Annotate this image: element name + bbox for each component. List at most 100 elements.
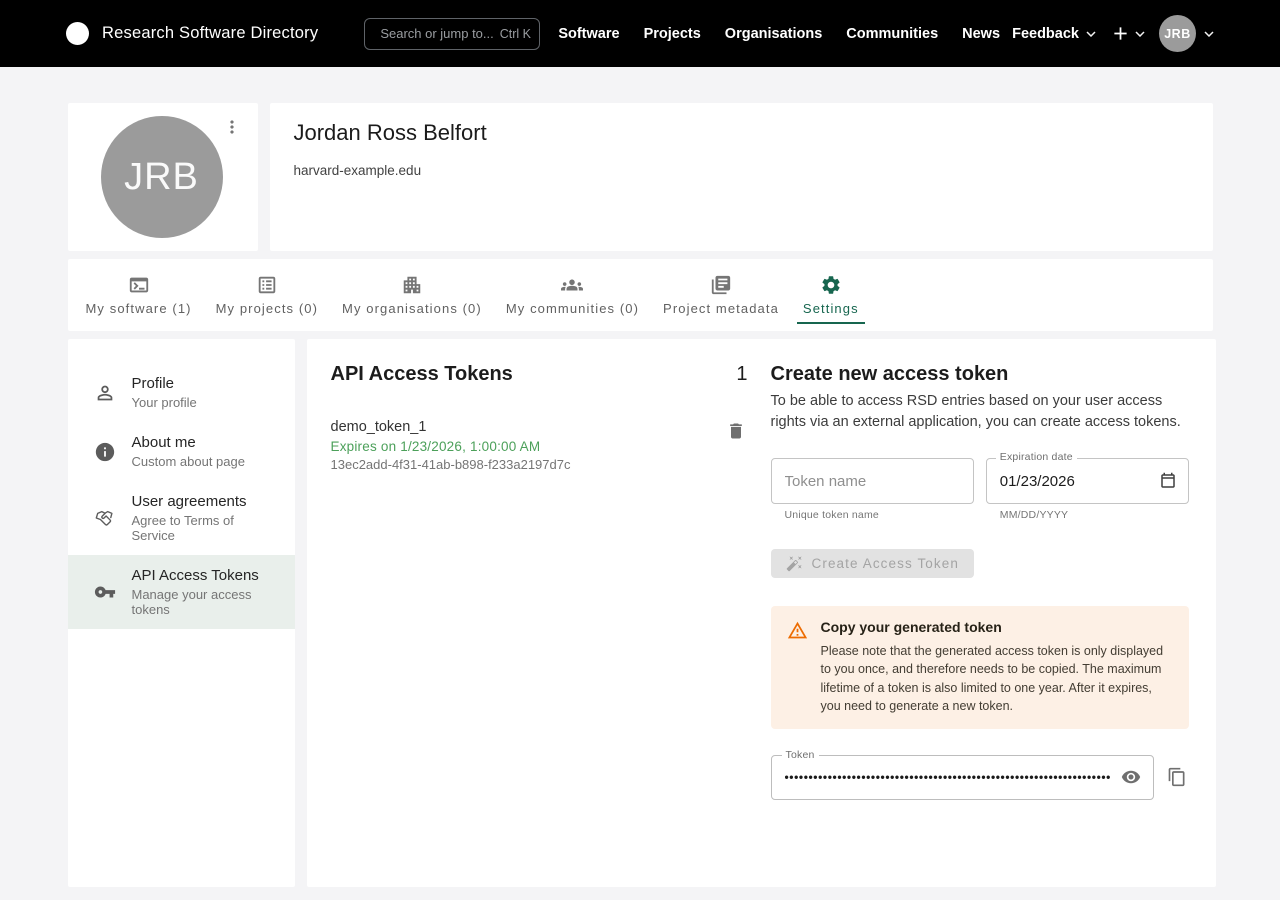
token-field-label: Token <box>782 749 819 761</box>
sidebar-item-title: Profile <box>132 375 197 392</box>
nav-link-projects[interactable]: Projects <box>632 20 713 48</box>
gear-icon <box>820 274 842 296</box>
api-tokens-panel: API Access Tokens 1 demo_token_1 Expires… <box>307 339 1216 887</box>
tab-label: My organisations (0) <box>342 301 482 316</box>
feedback-menu-button[interactable]: Feedback <box>1012 26 1096 42</box>
sidebar-item-title: API Access Tokens <box>132 567 281 584</box>
tokens-list-title: API Access Tokens <box>331 363 513 386</box>
token-uuid: 13ec2add-4f31-41ab-b898-f233a2197d7c <box>331 457 571 472</box>
add-menu-button[interactable] <box>1110 23 1145 44</box>
list-icon <box>256 274 278 296</box>
settings-content: Profile Your profile About me Custom abo… <box>68 339 1213 887</box>
create-token-description: To be able to access RSD entries based o… <box>771 391 1189 433</box>
profile-header-row: JRB Jordan Ross Belfort harvard-example.… <box>68 103 1213 251</box>
navbar-right: Feedback JRB <box>1012 15 1214 52</box>
eye-icon <box>1121 767 1141 787</box>
avatar: JRB <box>101 116 223 238</box>
nav-link-organisations[interactable]: Organisations <box>713 20 835 48</box>
key-icon <box>94 581 116 603</box>
plus-icon <box>1110 23 1131 44</box>
warning-title: Copy your generated token <box>821 619 1173 635</box>
tab-label: Settings <box>803 301 859 316</box>
calendar-icon[interactable] <box>1159 472 1177 490</box>
delete-token-button[interactable] <box>724 419 748 443</box>
handshake-icon <box>94 507 116 529</box>
tab-project-metadata[interactable]: Project metadata <box>651 259 791 331</box>
brand-logo-icon <box>66 22 89 45</box>
chevron-down-icon <box>1204 31 1214 37</box>
profile-avatar-card: JRB <box>68 103 258 251</box>
page-title: Jordan Ross Belfort <box>294 120 1189 146</box>
pages-icon <box>710 274 732 296</box>
search-placeholder: Search or jump to... <box>380 26 493 41</box>
warning-body: Please note that the generated access to… <box>821 642 1173 716</box>
profile-tabs: My software (1) My projects (0) My organ… <box>68 259 1213 331</box>
sidebar-item-about-me[interactable]: About me Custom about page <box>68 422 295 481</box>
create-token-title: Create new access token <box>771 363 1189 386</box>
tokens-count-badge: 1 <box>736 363 747 386</box>
sidebar-item-profile[interactable]: Profile Your profile <box>68 363 295 422</box>
sidebar-item-subtitle: Manage your access tokens <box>132 587 281 617</box>
copy-token-warning: Copy your generated token Please note th… <box>771 606 1189 729</box>
create-access-token-button[interactable]: Create Access Token <box>771 549 974 578</box>
nav-link-communities[interactable]: Communities <box>834 20 950 48</box>
settings-sidebar: Profile Your profile About me Custom abo… <box>68 339 295 887</box>
top-navbar: Research Software Directory Search or ju… <box>0 0 1280 67</box>
profile-info-card: Jordan Ross Belfort harvard-example.edu <box>270 103 1213 251</box>
info-icon <box>94 441 116 463</box>
token-name-helper: Unique token name <box>785 509 974 521</box>
reveal-token-button[interactable] <box>1119 765 1143 789</box>
user-menu-button[interactable]: JRB <box>1159 15 1214 52</box>
masked-token-value: ••••••••••••••••••••••••••••••••••••••••… <box>785 770 1111 784</box>
token-name: demo_token_1 <box>331 419 571 435</box>
chevron-down-icon <box>1135 31 1145 37</box>
global-search-input[interactable]: Search or jump to... Ctrl K <box>364 18 540 50</box>
tab-my-organisations[interactable]: My organisations (0) <box>330 259 494 331</box>
chevron-down-icon <box>1086 31 1096 37</box>
magic-wand-icon <box>786 555 803 572</box>
tab-my-software[interactable]: My software (1) <box>74 259 204 331</box>
people-icon <box>561 274 583 296</box>
expiration-date-helper: MM/DD/YYYY <box>1000 509 1189 521</box>
copy-icon <box>1167 767 1187 787</box>
sidebar-item-subtitle: Your profile <box>132 395 197 410</box>
nav-link-software[interactable]: Software <box>546 20 631 48</box>
profile-affiliation: harvard-example.edu <box>294 163 1189 178</box>
copy-token-button[interactable] <box>1165 765 1189 789</box>
create-button-label: Create Access Token <box>812 556 959 571</box>
page-content: JRB Jordan Ross Belfort harvard-example.… <box>68 103 1213 887</box>
sidebar-item-user-agreements[interactable]: User agreements Agree to Terms of Servic… <box>68 481 295 555</box>
sidebar-item-title: About me <box>132 434 245 451</box>
tab-label: My communities (0) <box>506 301 639 316</box>
tokens-list-column: API Access Tokens 1 demo_token_1 Expires… <box>331 363 748 863</box>
token-list-item: demo_token_1 Expires on 1/23/2026, 1:00:… <box>331 419 748 472</box>
brand[interactable]: Research Software Directory <box>66 22 318 45</box>
sidebar-item-subtitle: Agree to Terms of Service <box>132 513 281 543</box>
generated-token-field: Token ••••••••••••••••••••••••••••••••••… <box>771 755 1154 800</box>
warning-icon <box>787 620 808 641</box>
sidebar-item-api-access-tokens[interactable]: API Access Tokens Manage your access tok… <box>68 555 295 629</box>
sidebar-item-subtitle: Custom about page <box>132 454 245 469</box>
token-name-input[interactable] <box>771 458 974 504</box>
nav-link-news[interactable]: News <box>950 20 1012 48</box>
nav-links: Software Projects Organisations Communit… <box>546 20 1012 48</box>
terminal-icon <box>128 274 150 296</box>
tab-my-communities[interactable]: My communities (0) <box>494 259 651 331</box>
token-expiry: Expires on 1/23/2026, 1:00:00 AM <box>331 439 571 454</box>
tab-label: Project metadata <box>663 301 779 316</box>
avatar: JRB <box>1159 15 1196 52</box>
person-icon <box>94 382 116 404</box>
tab-label: My projects (0) <box>216 301 318 316</box>
trash-icon <box>726 421 746 441</box>
tab-settings[interactable]: Settings <box>791 259 871 331</box>
create-token-column: Create new access token To be able to ac… <box>771 363 1189 863</box>
building-icon <box>401 274 423 296</box>
feedback-label: Feedback <box>1012 26 1079 42</box>
search-shortcut-hint: Ctrl K <box>500 27 531 41</box>
sidebar-item-title: User agreements <box>132 493 281 510</box>
tab-label: My software (1) <box>86 301 192 316</box>
expiration-date-label: Expiration date <box>996 451 1077 463</box>
tab-my-projects[interactable]: My projects (0) <box>204 259 330 331</box>
kebab-menu-icon[interactable] <box>222 117 242 137</box>
brand-title: Research Software Directory <box>102 24 318 43</box>
